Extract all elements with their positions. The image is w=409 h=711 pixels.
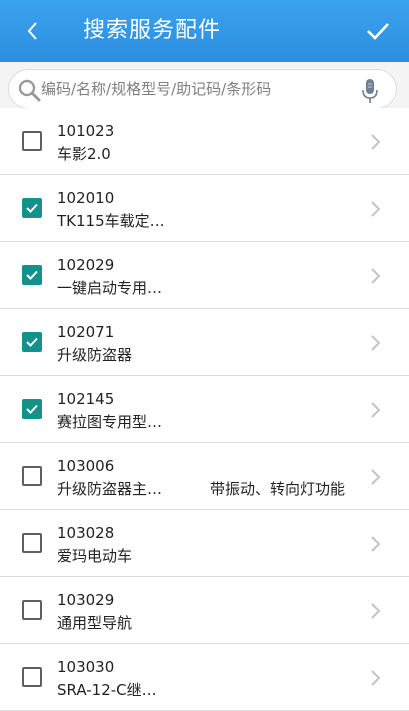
checkmark-icon	[26, 404, 38, 414]
item-checkbox[interactable]	[22, 399, 42, 419]
item-code: 101023	[57, 122, 115, 140]
list-item[interactable]: 103006 升级防盗器主… 带振动、转向灯功能	[0, 443, 409, 510]
item-code: 102071	[57, 323, 115, 341]
item-checkbox[interactable]	[22, 332, 42, 352]
item-name: SRA-12-C继…	[57, 681, 157, 699]
item-code: 102029	[57, 256, 115, 274]
checkmark-icon	[26, 203, 38, 213]
page-title: 搜索服务配件	[83, 18, 222, 43]
confirm-button[interactable]	[361, 14, 395, 48]
search-input[interactable]	[41, 74, 351, 104]
item-name: 升级防盗器	[57, 346, 133, 364]
list-item[interactable]: 103028 爱玛电动车	[0, 510, 409, 577]
item-name: 爱玛电动车	[57, 547, 133, 565]
item-name: 通用型导航	[57, 614, 133, 632]
chevron-right-icon	[371, 268, 381, 284]
list-item[interactable]: 101023 车影2.0	[0, 108, 409, 175]
list-item[interactable]: 102029 一键启动专用…	[0, 242, 409, 309]
list-item[interactable]: 102010 TK115车载定…	[0, 175, 409, 242]
chevron-left-icon	[27, 22, 37, 40]
item-name: 一键启动专用…	[57, 279, 163, 297]
chevron-right-icon	[371, 670, 381, 686]
search-icon	[18, 79, 41, 102]
checkmark-icon	[26, 337, 38, 347]
item-name: 赛拉图专用型…	[57, 413, 163, 431]
item-code: 102010	[57, 189, 115, 207]
item-code: 102145	[57, 390, 115, 408]
list-item[interactable]: 102071 升级防盗器	[0, 309, 409, 376]
chevron-right-icon	[371, 201, 381, 217]
back-button[interactable]	[18, 14, 48, 48]
item-code: 103028	[57, 524, 115, 542]
chevron-right-icon	[371, 335, 381, 351]
microphone-icon[interactable]	[360, 77, 380, 105]
item-checkbox[interactable]	[22, 667, 42, 687]
chevron-right-icon	[371, 536, 381, 552]
item-checkbox[interactable]	[22, 131, 42, 151]
item-spec: 带振动、转向灯功能	[210, 480, 346, 498]
chevron-right-icon	[371, 402, 381, 418]
item-code: 103030	[57, 658, 115, 676]
item-checkbox[interactable]	[22, 533, 42, 553]
item-name: 升级防盗器主…	[57, 480, 163, 498]
parts-list: 101023 车影2.0 102010 TK115车载定… 102029 一键启动专用… 1…	[0, 108, 409, 711]
list-item[interactable]: 103029 通用型导航	[0, 577, 409, 644]
item-code: 103006	[57, 457, 115, 475]
app-header: 搜索服务配件	[0, 0, 409, 62]
list-item[interactable]: 102145 赛拉图专用型…	[0, 376, 409, 443]
item-code: 103029	[57, 591, 115, 609]
item-checkbox[interactable]	[22, 466, 42, 486]
chevron-right-icon	[371, 603, 381, 619]
checkmark-icon	[26, 270, 38, 280]
item-checkbox[interactable]	[22, 265, 42, 285]
chevron-right-icon	[371, 134, 381, 150]
item-name: 车影2.0	[57, 145, 111, 163]
item-checkbox[interactable]	[22, 198, 42, 218]
item-checkbox[interactable]	[22, 600, 42, 620]
list-item[interactable]: 103030 SRA-12-C继…	[0, 644, 409, 711]
item-name: TK115车载定…	[57, 212, 165, 230]
search-bar	[0, 62, 409, 114]
search-box	[8, 69, 397, 109]
chevron-right-icon	[371, 469, 381, 485]
check-icon	[367, 23, 389, 40]
